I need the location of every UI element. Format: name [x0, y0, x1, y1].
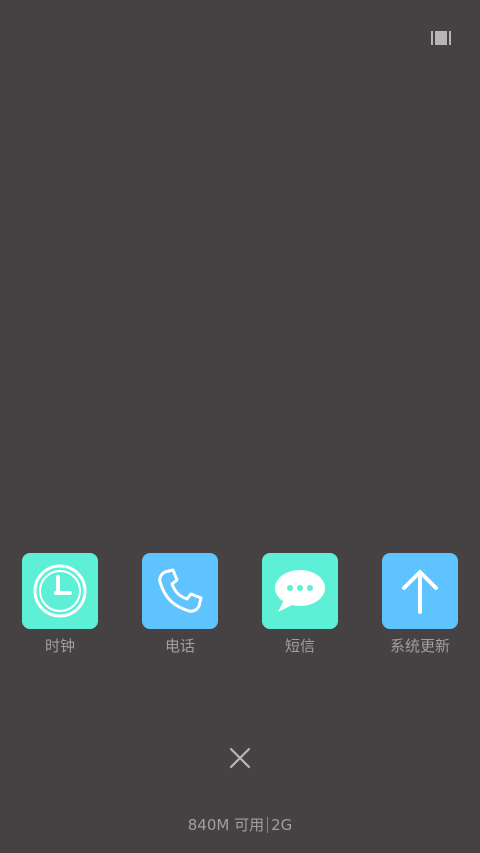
recent-app-phone[interactable]: 电话 — [130, 553, 230, 655]
app-label: 系统更新 — [389, 637, 450, 655]
app-tile[interactable] — [142, 553, 218, 629]
app-tile[interactable] — [22, 553, 98, 629]
list-view-toggle[interactable] — [430, 30, 452, 46]
app-tile[interactable] — [262, 553, 338, 629]
recent-app-clock[interactable]: 时钟 — [10, 553, 110, 655]
clear-all-button[interactable] — [226, 744, 254, 772]
app-label: 时钟 — [44, 637, 75, 655]
memory-divider — [267, 817, 269, 833]
list-view-icon — [431, 31, 451, 45]
memory-available: 840M 可用 — [187, 816, 265, 834]
app-label: 短信 — [284, 637, 315, 655]
memory-total: 2G — [271, 816, 293, 834]
message-icon — [275, 570, 325, 612]
recent-apps: 时钟 电话 短信 系统更新 — [0, 553, 480, 663]
recent-app-system-update[interactable]: 系统更新 — [370, 553, 470, 655]
arrow-up-icon — [402, 570, 438, 614]
close-icon — [229, 747, 251, 769]
recent-app-messages[interactable]: 短信 — [250, 553, 350, 655]
memory-status: 840M 可用 2G — [0, 815, 480, 835]
clock-icon — [33, 564, 87, 618]
app-tile[interactable] — [382, 553, 458, 629]
app-label: 电话 — [164, 637, 195, 655]
phone-icon — [158, 568, 203, 613]
